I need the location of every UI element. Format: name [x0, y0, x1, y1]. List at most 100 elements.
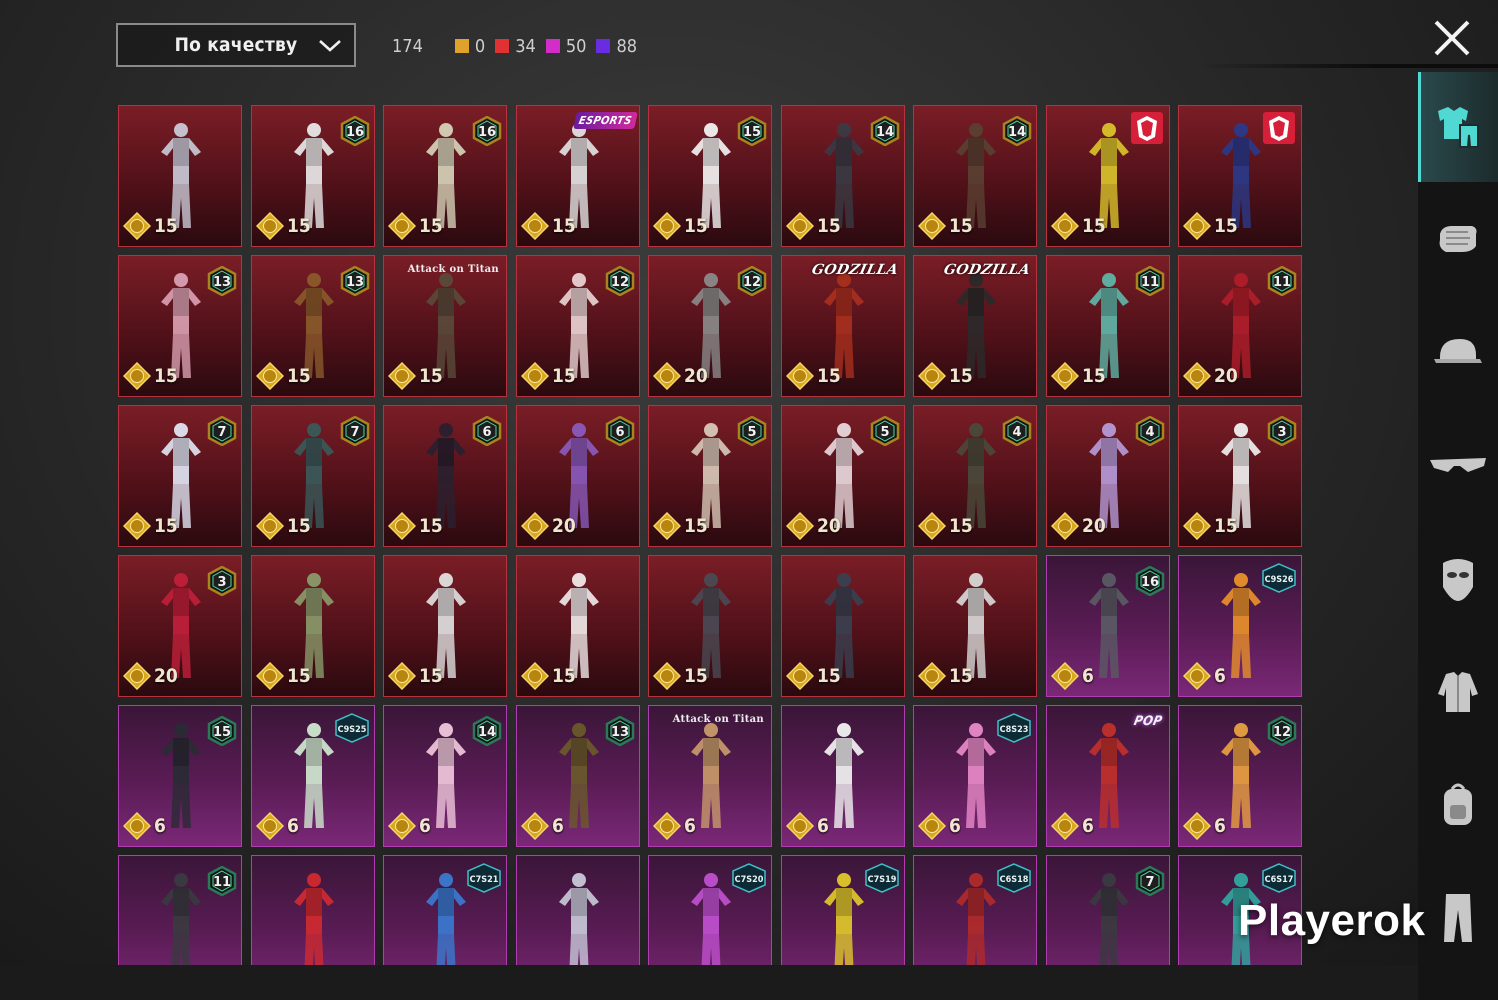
outfit-item-tile[interactable]: GODZILLA 15 — [913, 255, 1037, 397]
outfit-item-tile[interactable]: 16 15 — [251, 105, 375, 247]
rank-coin-icon — [653, 362, 681, 390]
outfit-item-tile[interactable]: 12 15 — [516, 255, 640, 397]
price-value: 6 — [684, 815, 696, 837]
outfit-item-tile[interactable]: 5 20 — [781, 405, 905, 547]
item-price: 6 — [918, 812, 961, 840]
outfit-item-tile[interactable] — [251, 855, 375, 965]
transformers-logo-icon — [1263, 112, 1295, 144]
price-value: 20 — [552, 515, 576, 537]
outfit-item-tile[interactable]: 15 — [383, 555, 507, 697]
outfit-item-tile[interactable]: 13 15 — [118, 255, 242, 397]
outfit-item-tile[interactable]: 15 — [1178, 105, 1302, 247]
outfit-item-tile[interactable]: POP 6 — [1046, 705, 1170, 847]
outfit-item-tile[interactable]: 15 — [516, 555, 640, 697]
outfit-item-tile[interactable]: ESPORTS 15 — [516, 105, 640, 247]
sort-dropdown[interactable]: По качеству — [116, 23, 356, 67]
level-badge: 6 — [472, 416, 502, 446]
price-value: 20 — [1214, 365, 1238, 387]
category-tab-backpack[interactable] — [1418, 750, 1498, 860]
outfit-item-tile[interactable]: Attack on Titan 15 — [383, 255, 507, 397]
outfit-item-tile[interactable] — [516, 855, 640, 965]
level-badge: 14 — [472, 716, 502, 746]
outfit-item-tile[interactable]: 15 — [913, 555, 1037, 697]
rank-coin-icon — [653, 512, 681, 540]
outfit-item-tile[interactable]: 3 20 — [118, 555, 242, 697]
outfit-item-tile[interactable]: 14 15 — [781, 105, 905, 247]
rank-coin-icon — [123, 812, 151, 840]
close-icon[interactable] — [1430, 16, 1474, 60]
rarity-count-value: 34 — [515, 35, 536, 57]
outfit-item-tile[interactable]: 6 — [781, 705, 905, 847]
price-value: 15 — [287, 515, 311, 537]
outfit-item-tile[interactable]: 11 — [118, 855, 242, 965]
outfit-item-tile[interactable]: C7S19 — [781, 855, 905, 965]
item-price: 15 — [918, 362, 973, 390]
rank-coin-icon — [653, 662, 681, 690]
outfit-item-tile[interactable]: C7S20 — [648, 855, 772, 965]
outfit-item-tile[interactable]: C8S23 6 — [913, 705, 1037, 847]
rank-coin-icon — [786, 512, 814, 540]
outfit-item-tile[interactable]: C6S18 — [913, 855, 1037, 965]
category-tab-pants[interactable] — [1418, 863, 1498, 973]
level-badge: 16 — [472, 116, 502, 146]
category-tab-glove[interactable] — [1418, 185, 1498, 295]
svg-text:4: 4 — [1012, 425, 1021, 440]
outfit-item-tile[interactable]: 15 — [251, 555, 375, 697]
price-value: 15 — [684, 515, 708, 537]
outfit-item-tile[interactable]: 3 15 — [1178, 405, 1302, 547]
outfit-item-tile[interactable]: 4 20 — [1046, 405, 1170, 547]
season-badge: C6S17 — [1262, 863, 1296, 893]
outfit-item-tile[interactable]: 15 — [781, 555, 905, 697]
outfit-item-tile[interactable]: 16 15 — [383, 105, 507, 247]
level-badge: 4 — [1002, 416, 1032, 446]
price-value: 6 — [1214, 815, 1226, 837]
category-tab-mask[interactable] — [1418, 524, 1498, 634]
outfit-item-tile[interactable]: 13 15 — [251, 255, 375, 397]
category-tab-glasses[interactable] — [1418, 411, 1498, 521]
price-value: 15 — [287, 215, 311, 237]
outfit-item-tile[interactable]: 5 15 — [648, 405, 772, 547]
outfit-item-tile[interactable]: 12 6 — [1178, 705, 1302, 847]
outfit-item-tile[interactable]: 15 15 — [648, 105, 772, 247]
price-value: 6 — [287, 815, 299, 837]
rank-coin-icon — [1183, 212, 1211, 240]
outfit-item-tile[interactable]: 11 15 — [1046, 255, 1170, 397]
outfit-item-tile[interactable]: 15 — [118, 105, 242, 247]
price-value: 15 — [817, 665, 841, 687]
rank-coin-icon — [918, 662, 946, 690]
outfit-item-tile[interactable]: 4 15 — [913, 405, 1037, 547]
item-price: 15 — [918, 512, 973, 540]
category-tab-cap[interactable] — [1418, 298, 1498, 408]
price-value: 15 — [684, 215, 708, 237]
outfit-item-tile[interactable]: C7S21 — [383, 855, 507, 965]
outfit-item-tile[interactable]: 11 20 — [1178, 255, 1302, 397]
outfit-item-tile[interactable]: 15 — [1046, 105, 1170, 247]
outfit-item-tile[interactable]: 14 6 — [383, 705, 507, 847]
outfit-item-tile[interactable]: 6 20 — [516, 405, 640, 547]
level-badge: 11 — [1267, 266, 1297, 296]
category-tab-outfit[interactable] — [1418, 72, 1498, 182]
level-badge: 6 — [605, 416, 635, 446]
item-price: 20 — [123, 662, 178, 690]
outfit-item-tile[interactable]: 16 6 — [1046, 555, 1170, 697]
outfit-item-tile[interactable]: C9S26 6 — [1178, 555, 1302, 697]
level-badge: 7 — [340, 416, 370, 446]
outfit-item-tile[interactable]: 14 15 — [913, 105, 1037, 247]
outfit-item-tile[interactable]: 15 — [648, 555, 772, 697]
outfit-item-tile[interactable]: 7 15 — [118, 405, 242, 547]
rank-coin-icon — [1183, 362, 1211, 390]
outfit-item-tile[interactable]: 15 6 — [118, 705, 242, 847]
rank-coin-icon — [1183, 512, 1211, 540]
outfit-item-tile[interactable]: 7 15 — [251, 405, 375, 547]
category-tab-jacket[interactable] — [1418, 637, 1498, 747]
outfit-item-tile[interactable]: C9S25 6 — [251, 705, 375, 847]
outfit-item-tile[interactable]: 12 20 — [648, 255, 772, 397]
outfit-item-tile[interactable]: 6 15 — [383, 405, 507, 547]
outfit-item-tile[interactable]: 7 — [1046, 855, 1170, 965]
item-price: 15 — [1051, 212, 1106, 240]
season-badge: C6S18 — [997, 863, 1031, 893]
svg-text:C9S26: C9S26 — [1265, 575, 1294, 585]
outfit-item-tile[interactable]: Attack on Titan 6 — [648, 705, 772, 847]
outfit-item-tile[interactable]: 13 6 — [516, 705, 640, 847]
outfit-item-tile[interactable]: GODZILLA 15 — [781, 255, 905, 397]
